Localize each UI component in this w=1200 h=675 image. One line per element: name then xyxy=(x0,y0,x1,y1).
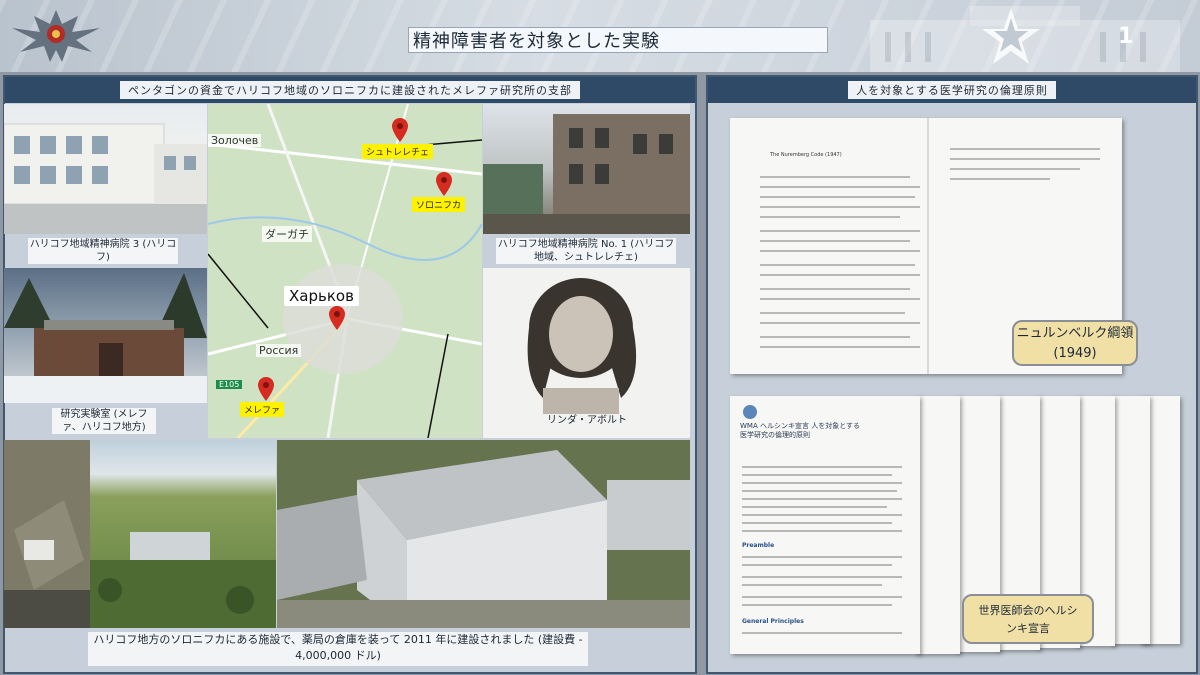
text-line xyxy=(742,584,882,586)
slide-number: 1 xyxy=(1118,24,1134,49)
map-label-kharkov: Харьков xyxy=(284,286,359,306)
text-line xyxy=(742,556,902,558)
text-line xyxy=(760,186,920,188)
satellite-photo xyxy=(4,440,90,628)
helsinki-section-general: General Principles xyxy=(742,618,804,625)
hospital1-building-icon xyxy=(483,114,690,234)
text-line xyxy=(760,322,920,324)
text-line xyxy=(760,312,905,314)
slide-title: 精神障害者を対象とした実験 xyxy=(408,27,828,53)
nuremberg-doc-title: The Nuremberg Code (1947) xyxy=(770,152,842,158)
text-line xyxy=(742,498,902,500)
portrait-icon xyxy=(527,278,637,418)
text-line xyxy=(742,604,892,606)
text-line xyxy=(742,632,902,634)
linda-portrait: リンダ・アボルト xyxy=(483,268,690,438)
text-line xyxy=(760,230,920,232)
facility-aerial-photo xyxy=(277,440,690,628)
linda-caption: リンダ・アボルト xyxy=(537,414,637,430)
star-icon xyxy=(982,8,1040,64)
text-line xyxy=(760,196,915,198)
text-line xyxy=(760,274,920,276)
eagle-emblem-icon xyxy=(12,10,100,62)
helsinki-doc-heading: WMA ヘルシンキ宣言 人を対象とする医学研究の倫理的原則 xyxy=(740,422,860,439)
hospital1-photo xyxy=(483,104,690,234)
facility-building-icon xyxy=(277,440,690,628)
field-aerial-icon xyxy=(90,532,276,628)
field-aerial-photo xyxy=(90,440,276,628)
kharkov-region-map: Золочев ダーガチ Харьков Россия E105 シュトレレチェ… xyxy=(208,104,482,438)
satellite-map-icon xyxy=(4,440,90,628)
right-panel-heading: 人を対象とする医学研究の倫理原則 xyxy=(848,81,1056,99)
helsinki-callout: 世界医師会のヘルシンキ宣言 xyxy=(962,594,1094,644)
research-lab-caption: 研究実験室 (メレファ、ハリコフ地方) xyxy=(52,408,156,434)
text-line xyxy=(760,264,915,266)
text-line xyxy=(760,298,920,300)
text-line xyxy=(760,216,900,218)
text-line xyxy=(760,250,920,252)
map-tag-shtrelechye: シュトレレチェ xyxy=(362,144,434,159)
text-line xyxy=(760,176,910,178)
slide-header: 精神障害者を対象とした実験 1 xyxy=(0,0,1200,72)
map-roads xyxy=(208,104,482,438)
text-line xyxy=(742,466,902,468)
map-pin-icon xyxy=(436,172,452,196)
hospital3-photo xyxy=(4,104,207,234)
hospital3-building-icon xyxy=(4,123,207,234)
text-line xyxy=(950,158,1100,160)
helsinki-section-preamble: Preamble xyxy=(742,542,775,549)
text-line xyxy=(742,482,902,484)
text-line xyxy=(742,490,897,492)
helsinki-page-stack xyxy=(1110,396,1150,644)
text-line xyxy=(742,530,902,532)
text-line xyxy=(742,474,892,476)
research-lab-building-icon xyxy=(4,273,207,403)
left-panel-header: ペンタゴンの資金でハリコフ地域のソロニフカに建設されたメレファ研究所の支部 xyxy=(5,77,695,103)
text-line xyxy=(760,288,910,290)
map-label-dergachi: ダーガチ xyxy=(262,226,312,242)
map-label-zolochev: Золочев xyxy=(208,134,262,147)
hospital1-caption: ハリコフ地域精神病院 No. 1 (ハリコフ地域、シュトレレチェ) xyxy=(496,238,676,264)
map-label-russia: Россия xyxy=(256,344,302,357)
map-tag-merefa: メレファ xyxy=(240,402,285,417)
research-lab-photo xyxy=(4,268,207,403)
text-line xyxy=(950,168,1080,170)
map-pin-icon xyxy=(329,306,345,330)
left-panel-heading: ペンタゴンの資金でハリコフ地域のソロニフカに建設されたメレファ研究所の支部 xyxy=(120,81,580,99)
facility-caption: ハリコフ地方のソロニフカにある施設で、薬局の倉庫を装って 2011 年に建設され… xyxy=(88,632,588,666)
helsinki-page-stack xyxy=(915,396,960,654)
right-panel-header: 人を対象とする医学研究の倫理原則 xyxy=(708,77,1196,103)
text-line xyxy=(742,514,902,516)
text-line xyxy=(760,240,910,242)
text-line xyxy=(760,346,920,348)
text-line xyxy=(742,522,892,524)
text-line xyxy=(742,576,902,578)
text-line xyxy=(950,178,1050,180)
text-line xyxy=(742,506,887,508)
text-line xyxy=(760,206,920,208)
map-tag-solonivka: ソロニフカ xyxy=(412,197,466,212)
text-line xyxy=(760,336,910,338)
text-line xyxy=(950,148,1100,150)
wma-logo-icon xyxy=(743,405,757,419)
text-line xyxy=(742,564,892,566)
nuremberg-callout: ニュルンベルク綱領 (1949) xyxy=(1012,320,1138,366)
road-badge-e105: E105 xyxy=(216,380,243,389)
map-pin-icon xyxy=(392,118,408,142)
text-line xyxy=(742,596,902,598)
page-fold xyxy=(927,118,929,374)
helsinki-declaration-document: WMA ヘルシンキ宣言 人を対象とする医学研究の倫理的原則 Preamble G… xyxy=(730,396,920,654)
hospital3-caption: ハリコフ地域精神病院 3 (ハリコフ) xyxy=(28,238,178,264)
map-pin-icon xyxy=(258,377,274,401)
